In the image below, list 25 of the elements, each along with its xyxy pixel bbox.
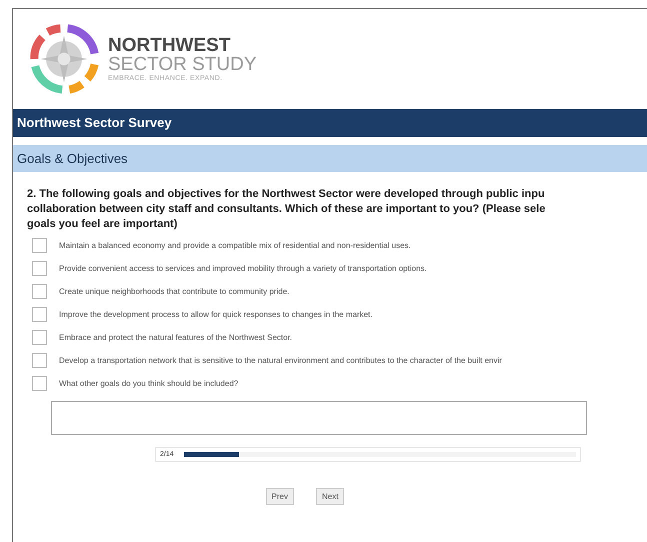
checkbox[interactable] <box>32 352 47 368</box>
checkbox[interactable] <box>32 376 47 390</box>
answer-box[interactable] <box>51 401 587 435</box>
survey-title-bar: Northwest Sector Survey <box>13 109 647 137</box>
option-label: Provide convenient access to services and improved mobility through a variety of transportation options. <box>59 264 427 272</box>
option-label: What other goals do you think should be included? <box>59 378 238 388</box>
option-label: Maintain a balanced economy and provide a compatible mix of residential and non-residential uses. <box>59 240 411 250</box>
logo-title: NORTHWEST <box>108 36 232 55</box>
question-text: 2. The following goals and objectives for the Northwest Sector were developed through public inpu <box>27 187 546 202</box>
checkbox[interactable] <box>32 238 47 252</box>
option-label: Create unique neighborhoods that contribute to community pride. <box>59 286 290 296</box>
logo-subtitle: SECTOR STUDY <box>108 55 257 75</box>
question-text: goals you feel are important) <box>27 217 178 232</box>
checkbox[interactable] <box>32 306 47 322</box>
option-label: Develop a transportation network that is sensitive to the natural environment and contributes to the character of the built envir <box>59 356 502 364</box>
option-label: Embrace and protect the natural features of the Northwest Sector. <box>59 332 292 342</box>
nav-button[interactable]: Next <box>316 488 344 505</box>
nav-button[interactable]: Prev <box>266 488 294 505</box>
section-title-bar: Goals & Objectives <box>13 145 647 172</box>
checkbox[interactable] <box>32 330 47 344</box>
checkbox[interactable] <box>32 284 47 298</box>
compass-logo-icon <box>28 23 100 95</box>
checkbox[interactable] <box>32 260 47 276</box>
option-label: Improve the development process to allow for quick responses to changes in the market. <box>59 310 372 318</box>
question-text: collaboration between city staff and consultants. Which of these are important to you? (Please sele <box>27 202 546 217</box>
